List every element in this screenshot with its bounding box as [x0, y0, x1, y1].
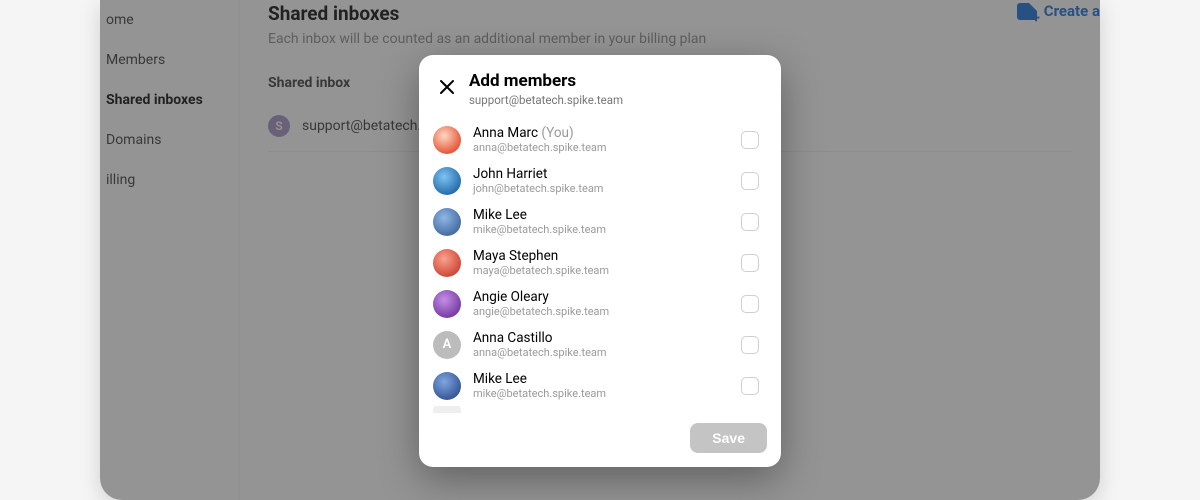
- member-checkbox[interactable]: [741, 295, 759, 313]
- member-email: anna@betatech.spike.team: [473, 141, 729, 154]
- modal-title: Add members: [469, 71, 623, 91]
- member-info: John Harriet john@betatech.spike.team: [473, 166, 729, 195]
- member-info: Mike Lee mike@betatech.spike.team: [473, 207, 729, 236]
- member-info: Angie Oleary angie@betatech.spike.team: [473, 289, 729, 318]
- member-email: mike@betatech.spike.team: [473, 387, 729, 400]
- member-checkbox[interactable]: [741, 213, 759, 231]
- avatar: [433, 249, 461, 277]
- member-name: Angie Oleary: [473, 289, 729, 305]
- member-name: Mike Lee: [473, 207, 729, 223]
- member-info: Anna Marc (You)anna@betatech.spike.team: [473, 125, 729, 154]
- avatar: [433, 126, 461, 154]
- add-members-modal: Add members support@betatech.spike.team …: [419, 55, 781, 467]
- modal-footer: Save: [419, 413, 781, 467]
- avatar: A: [433, 331, 461, 359]
- modal-subtitle: support@betatech.spike.team: [469, 93, 623, 107]
- close-icon: [439, 79, 455, 95]
- member-info: Anna Castillo anna@betatech.spike.team: [473, 330, 729, 359]
- member-row[interactable]: Anna Marc (You)anna@betatech.spike.team: [433, 119, 771, 160]
- app-window: ome Members Shared inboxes Domains illin…: [100, 0, 1100, 500]
- member-list[interactable]: Anna Marc (You)anna@betatech.spike.teamJ…: [419, 117, 781, 413]
- avatar: [433, 290, 461, 318]
- save-button[interactable]: Save: [690, 423, 767, 453]
- member-name: John Harriet: [473, 166, 729, 182]
- avatar: [433, 372, 461, 400]
- member-email: john@betatech.spike.team: [473, 182, 729, 195]
- member-checkbox[interactable]: [741, 336, 759, 354]
- member-email: mike@betatech.spike.team: [473, 223, 729, 236]
- member-email: maya@betatech.spike.team: [473, 264, 729, 277]
- avatar: [433, 167, 461, 195]
- member-info: Mike Lee mike@betatech.spike.team: [473, 371, 729, 400]
- member-row[interactable]: Angie Oleary angie@betatech.spike.team: [433, 283, 771, 324]
- modal-title-block: Add members support@betatech.spike.team: [469, 71, 623, 107]
- member-name: Anna Castillo: [473, 330, 729, 346]
- member-email: anna@betatech.spike.team: [473, 346, 729, 359]
- avatar: [433, 406, 461, 413]
- member-checkbox[interactable]: [741, 131, 759, 149]
- member-name: Mike Lee: [473, 371, 729, 387]
- member-name: Maya Stephen: [473, 248, 729, 264]
- you-tag: (You): [541, 125, 573, 141]
- member-row[interactable]: Maya Stephen maya@betatech.spike.team: [433, 242, 771, 283]
- member-checkbox[interactable]: [741, 172, 759, 190]
- member-row[interactable]: [433, 406, 771, 413]
- member-email: angie@betatech.spike.team: [473, 305, 729, 318]
- member-name: Anna Marc (You): [473, 125, 729, 141]
- member-checkbox[interactable]: [741, 377, 759, 395]
- close-button[interactable]: [433, 73, 461, 101]
- member-row[interactable]: Mike Lee mike@betatech.spike.team: [433, 365, 771, 406]
- member-row[interactable]: Mike Lee mike@betatech.spike.team: [433, 201, 771, 242]
- avatar: [433, 208, 461, 236]
- modal-header: Add members support@betatech.spike.team: [419, 55, 781, 117]
- member-row[interactable]: A Anna Castillo anna@betatech.spike.team: [433, 324, 771, 365]
- member-row[interactable]: John Harriet john@betatech.spike.team: [433, 160, 771, 201]
- member-info: Maya Stephen maya@betatech.spike.team: [473, 248, 729, 277]
- member-checkbox[interactable]: [741, 254, 759, 272]
